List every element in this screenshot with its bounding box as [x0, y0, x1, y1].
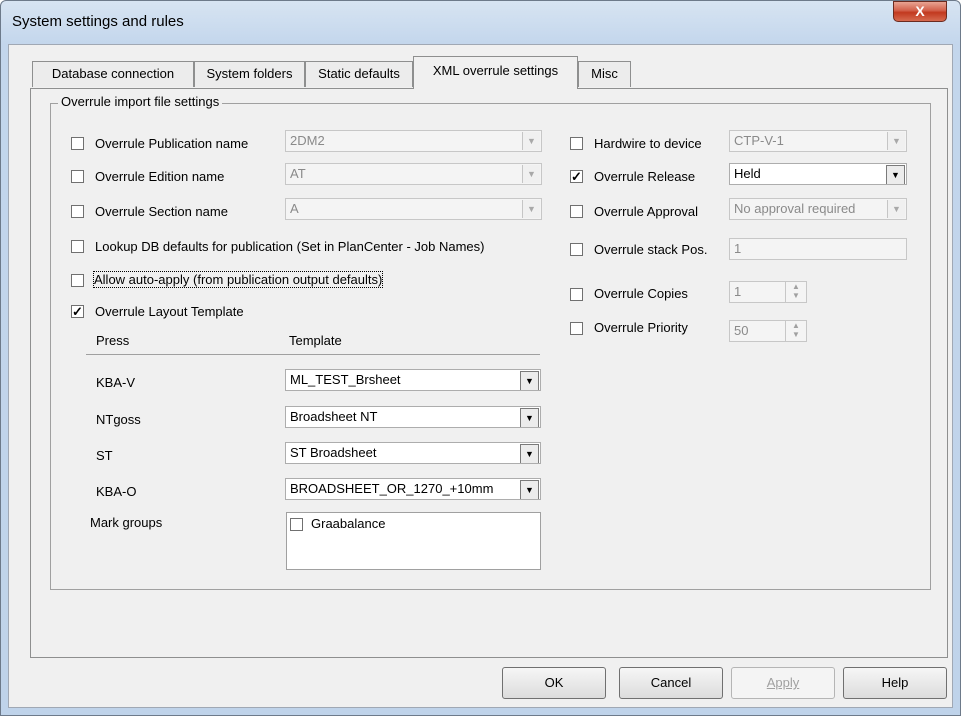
chevron-down-icon: ▼	[522, 132, 540, 150]
publication-name-select[interactable]: 2DM2 ▼	[285, 130, 542, 152]
allow-auto-apply-label: Allow auto-apply (from publication outpu…	[92, 271, 384, 288]
tab-database-connection[interactable]: Database connection	[32, 61, 194, 87]
template-select[interactable]: ML_TEST_Brsheet ▼	[285, 369, 541, 391]
press-name: KBA-O	[96, 484, 137, 499]
spin-arrows-icon[interactable]: ▲ ▼	[785, 282, 806, 302]
tab-static-defaults[interactable]: Static defaults	[305, 61, 413, 87]
check-icon: ✓	[571, 169, 582, 184]
overrule-edition-label: Overrule Edition name	[95, 169, 225, 184]
overrule-layout-template-checkbox[interactable]: ✓	[71, 305, 84, 318]
overrule-stack-pos-checkbox[interactable]	[570, 243, 583, 256]
check-icon: ✓	[72, 304, 83, 319]
close-button[interactable]: X	[893, 1, 947, 22]
overrule-section-checkbox[interactable]	[71, 205, 84, 218]
group-title: Overrule import file settings	[58, 94, 223, 109]
overrule-publication-label: Overrule Publication name	[95, 136, 249, 151]
hardwire-to-device-label: Hardwire to device	[594, 136, 702, 151]
hardwire-to-device-checkbox[interactable]	[570, 137, 583, 150]
template-select[interactable]: BROADSHEET_OR_1270_+10mm ▼	[285, 478, 541, 500]
stack-pos-field[interactable]: 1	[729, 238, 907, 260]
apply-button[interactable]: Apply	[731, 667, 835, 699]
chevron-down-icon: ▼	[520, 371, 539, 390]
help-button[interactable]: Help	[843, 667, 947, 699]
lookup-db-defaults-label: Lookup DB defaults for publication (Set …	[95, 239, 485, 254]
overrule-publication-checkbox[interactable]	[71, 137, 84, 150]
ok-button[interactable]: OK	[502, 667, 606, 699]
overrule-copies-label: Overrule Copies	[594, 286, 688, 301]
spin-arrows-icon[interactable]: ▲ ▼	[785, 321, 806, 341]
chevron-down-icon: ▼	[887, 200, 905, 218]
press-name: NTgoss	[96, 412, 141, 427]
window-title: System settings and rules	[12, 13, 184, 30]
overrule-section-label: Overrule Section name	[95, 204, 228, 219]
tab-system-folders[interactable]: System folders	[194, 61, 305, 87]
header-divider	[86, 354, 540, 355]
device-select[interactable]: CTP-V-1 ▼	[729, 130, 907, 152]
priority-spinner[interactable]: 50 ▲ ▼	[729, 320, 807, 342]
template-select[interactable]: ST Broadsheet ▼	[285, 442, 541, 464]
press-name: KBA-V	[96, 375, 136, 390]
chevron-down-icon: ▼	[887, 132, 905, 150]
overrule-stack-pos-label: Overrule stack Pos.	[594, 242, 708, 257]
template-column-header: Template	[289, 333, 342, 348]
overrule-copies-checkbox[interactable]	[570, 288, 583, 301]
overrule-priority-checkbox[interactable]	[570, 322, 583, 335]
chevron-down-icon: ▼	[520, 480, 539, 499]
chevron-down-icon: ▼	[520, 408, 539, 427]
close-icon: X	[915, 3, 925, 19]
lookup-db-defaults-checkbox[interactable]	[71, 240, 84, 253]
overrule-priority-label: Overrule Priority	[594, 320, 688, 335]
copies-spinner[interactable]: 1 ▲ ▼	[729, 281, 807, 303]
press-column-header: Press	[96, 333, 130, 348]
section-name-select[interactable]: A ▼	[285, 198, 542, 220]
overrule-approval-checkbox[interactable]	[570, 205, 583, 218]
overrule-approval-label: Overrule Approval	[594, 204, 699, 219]
mark-group-checkbox[interactable]	[290, 518, 303, 531]
mark-group-label: Graabalance	[311, 516, 386, 531]
chevron-down-icon: ▼	[522, 200, 540, 218]
release-select[interactable]: Held ▼	[729, 163, 907, 185]
approval-select[interactable]: No approval required ▼	[729, 198, 907, 220]
overrule-edition-checkbox[interactable]	[71, 170, 84, 183]
chevron-down-icon: ▼	[522, 165, 540, 183]
mark-groups-label: Mark groups	[90, 515, 163, 530]
tab-xml-overrule-settings[interactable]: XML overrule settings	[413, 56, 578, 89]
chevron-down-icon: ▼	[886, 165, 905, 184]
overrule-release-checkbox[interactable]: ✓	[570, 170, 583, 183]
cancel-button[interactable]: Cancel	[619, 667, 723, 699]
tab-misc[interactable]: Misc	[578, 61, 631, 87]
edition-name-select[interactable]: AT ▼	[285, 163, 542, 185]
chevron-down-icon: ▼	[520, 444, 539, 463]
overrule-release-label: Overrule Release	[594, 169, 696, 184]
template-select[interactable]: Broadsheet NT ▼	[285, 406, 541, 428]
allow-auto-apply-checkbox[interactable]	[71, 274, 84, 287]
press-name: ST	[96, 448, 113, 463]
overrule-layout-template-label: Overrule Layout Template	[95, 304, 244, 319]
title-bar: System settings and rules	[0, 0, 961, 44]
